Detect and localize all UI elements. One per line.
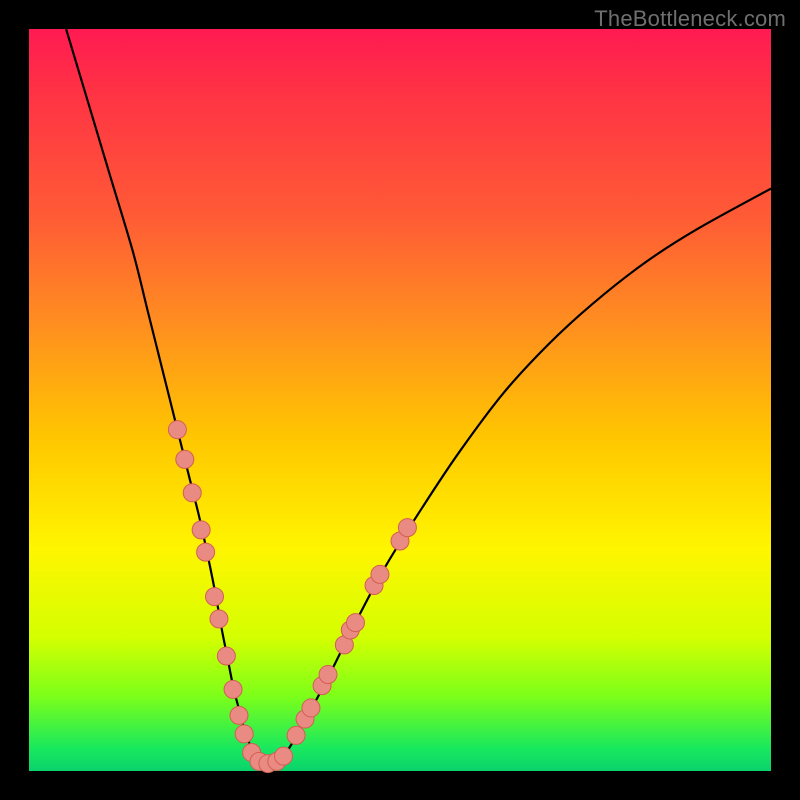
data-dot bbox=[287, 726, 305, 744]
data-dot bbox=[319, 666, 337, 684]
data-dot bbox=[398, 519, 416, 537]
data-dot bbox=[302, 699, 320, 717]
data-dots bbox=[168, 421, 416, 773]
data-dot bbox=[371, 565, 389, 583]
data-dot bbox=[197, 543, 215, 561]
data-dot bbox=[168, 421, 186, 439]
chart-frame: TheBottleneck.com bbox=[0, 0, 800, 800]
data-dot bbox=[192, 521, 210, 539]
data-dot bbox=[235, 725, 253, 743]
data-dot bbox=[183, 484, 201, 502]
data-dot bbox=[346, 614, 364, 632]
data-dot bbox=[210, 610, 228, 628]
data-dot bbox=[230, 706, 248, 724]
data-dot bbox=[224, 680, 242, 698]
bottleneck-curve bbox=[66, 29, 771, 764]
data-dot bbox=[217, 647, 235, 665]
watermark-text: TheBottleneck.com bbox=[594, 6, 786, 32]
data-dot bbox=[275, 747, 293, 765]
data-dot bbox=[176, 450, 194, 468]
chart-overlay bbox=[29, 29, 771, 771]
data-dot bbox=[206, 588, 224, 606]
